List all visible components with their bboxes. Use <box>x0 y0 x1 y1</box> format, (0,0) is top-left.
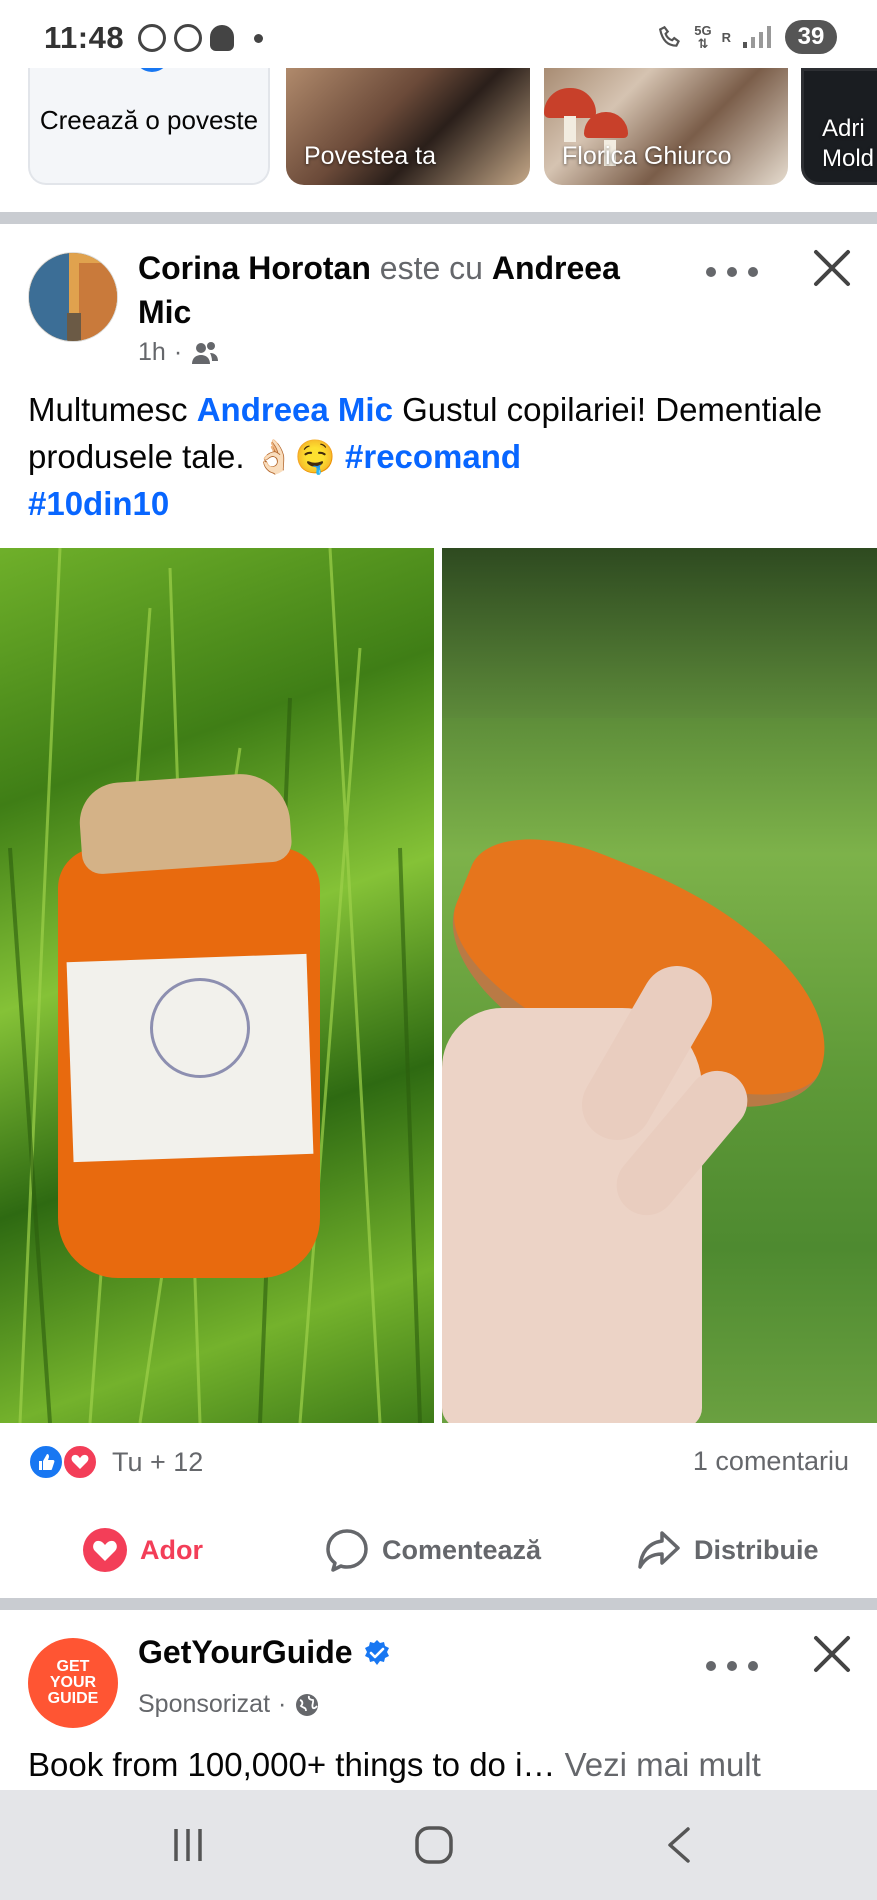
create-story-label: Creează o poveste <box>39 105 259 135</box>
story-card-adri[interactable]: Adri Mold <box>801 68 877 185</box>
recents-icon <box>174 1829 202 1861</box>
dot <box>727 1661 737 1671</box>
post-header: Corina Horotan este cu Andreea Mic 1h · <box>0 222 877 382</box>
create-story-card[interactable]: Creează o poveste <box>28 68 270 185</box>
hide-ad-close-icon[interactable] <box>808 1630 856 1678</box>
dot <box>727 267 737 277</box>
with-text: este cu <box>379 250 483 286</box>
story-label: Adri Mold <box>822 115 875 172</box>
system-icons: 5G ⇅ R 39 <box>658 20 837 54</box>
dot <box>748 267 758 277</box>
whatsapp-icon <box>138 24 166 52</box>
roaming-indicator: R <box>721 29 731 45</box>
mushroom-decoration <box>544 88 596 142</box>
trees-background <box>442 548 877 718</box>
sponsor-name[interactable]: GetYourGuide <box>138 1634 391 1671</box>
globe-icon <box>296 1693 319 1716</box>
post-author-line: Corina Horotan este cu Andreea Mic <box>138 246 678 334</box>
add-story-icon <box>134 68 170 72</box>
sponsored-body: Book from 100,000+ things to do i… <box>28 1746 556 1783</box>
post-photo-jar[interactable] <box>0 548 434 1423</box>
share-button[interactable]: Distribuie <box>636 1510 819 1590</box>
heart-icon <box>83 1528 127 1572</box>
like-reaction-icon <box>28 1444 64 1480</box>
dot <box>706 267 716 277</box>
sponsored-more-button[interactable] <box>706 1654 758 1678</box>
sponsored-meta: Sponsorizat · <box>138 1690 320 1719</box>
share-label: Distribuie <box>694 1534 819 1565</box>
stories-tray: Creează o poveste Povestea ta Florica Gh… <box>0 68 877 188</box>
meta-separator: · <box>173 338 183 366</box>
dot <box>706 1661 716 1671</box>
clock: 11:48 <box>44 20 125 55</box>
system-navigation-bar <box>0 1790 877 1900</box>
friends-icon <box>192 341 219 364</box>
love-button[interactable]: Ador <box>82 1510 203 1590</box>
author-name[interactable]: Corina Horotan <box>138 250 371 286</box>
jar-lid <box>77 770 293 876</box>
comments-count-link[interactable]: 1 comentariu <box>693 1446 849 1477</box>
notification-icons <box>138 24 263 52</box>
verified-badge-icon <box>364 1639 389 1665</box>
signal-icon <box>743 26 771 48</box>
share-icon <box>638 1531 680 1569</box>
post-text-before: Multumesc <box>28 391 188 428</box>
dot <box>748 1661 758 1671</box>
back-icon <box>668 1827 690 1863</box>
love-reaction-icon <box>62 1444 98 1480</box>
post-meta: 1h · <box>138 338 220 367</box>
sponsored-post-header: GET YOUR GUIDE GetYourGuide Sponsorizat … <box>0 1612 877 1762</box>
post-time[interactable]: 1h <box>138 338 166 367</box>
comment-icon <box>326 1529 368 1572</box>
feed-separator <box>0 1598 877 1610</box>
meta-separator: · <box>278 1690 287 1718</box>
sponsored-label: Sponsorizat <box>138 1690 271 1718</box>
status-bar: 11:48 5G ⇅ R 39 <box>0 0 877 72</box>
author-avatar[interactable] <box>28 252 118 342</box>
jar-seal-logo <box>150 978 250 1078</box>
avatar-photo <box>29 253 117 341</box>
more-notifications-icon <box>254 33 263 43</box>
story-label: Povestea ta <box>304 142 437 170</box>
network-indicator: 5G ⇅ <box>694 23 712 51</box>
love-label: Ador <box>140 1534 203 1565</box>
hashtag-10din10[interactable]: #10din10 <box>28 485 169 522</box>
story-label: Florica Ghiurco <box>562 142 732 170</box>
reactions-summary[interactable]: Tu + 12 <box>28 1444 203 1480</box>
getyourguide-logo[interactable]: GET YOUR GUIDE <box>28 1638 118 1728</box>
chrome-icon <box>174 24 202 52</box>
story-card-florica[interactable]: Florica Ghiurco <box>544 68 788 185</box>
jar-illustration <box>58 770 320 1278</box>
recents-button[interactable] <box>128 1790 248 1900</box>
comment-button[interactable]: Comentează <box>324 1510 541 1590</box>
hide-post-close-icon[interactable] <box>808 244 856 292</box>
home-button[interactable] <box>374 1790 494 1900</box>
hashtag-recomand[interactable]: #recomand <box>345 438 521 475</box>
story-card-yours[interactable]: Povestea ta <box>286 68 530 185</box>
post-action-bar: Ador Comentează Distribuie <box>0 1510 877 1590</box>
back-button[interactable] <box>620 1790 740 1900</box>
post-photo-bread[interactable] <box>442 548 877 1423</box>
post-more-button[interactable] <box>706 260 758 284</box>
comment-label: Comentează <box>382 1534 542 1565</box>
sponsored-text: Book from 100,000+ things to do i… Vezi … <box>28 1746 761 1784</box>
post-text: Multumesc Andreea Mic Gustul copilariei!… <box>28 386 858 527</box>
battery-indicator: 39 <box>785 20 837 54</box>
see-more-link[interactable]: Vezi mai mult <box>565 1746 761 1783</box>
snapchat-icon <box>210 25 234 51</box>
mention-link[interactable]: Andreea Mic <box>197 391 393 428</box>
wifi-call-icon <box>659 25 681 47</box>
reactions-count: Tu + 12 <box>112 1446 204 1477</box>
home-icon <box>415 1826 453 1864</box>
